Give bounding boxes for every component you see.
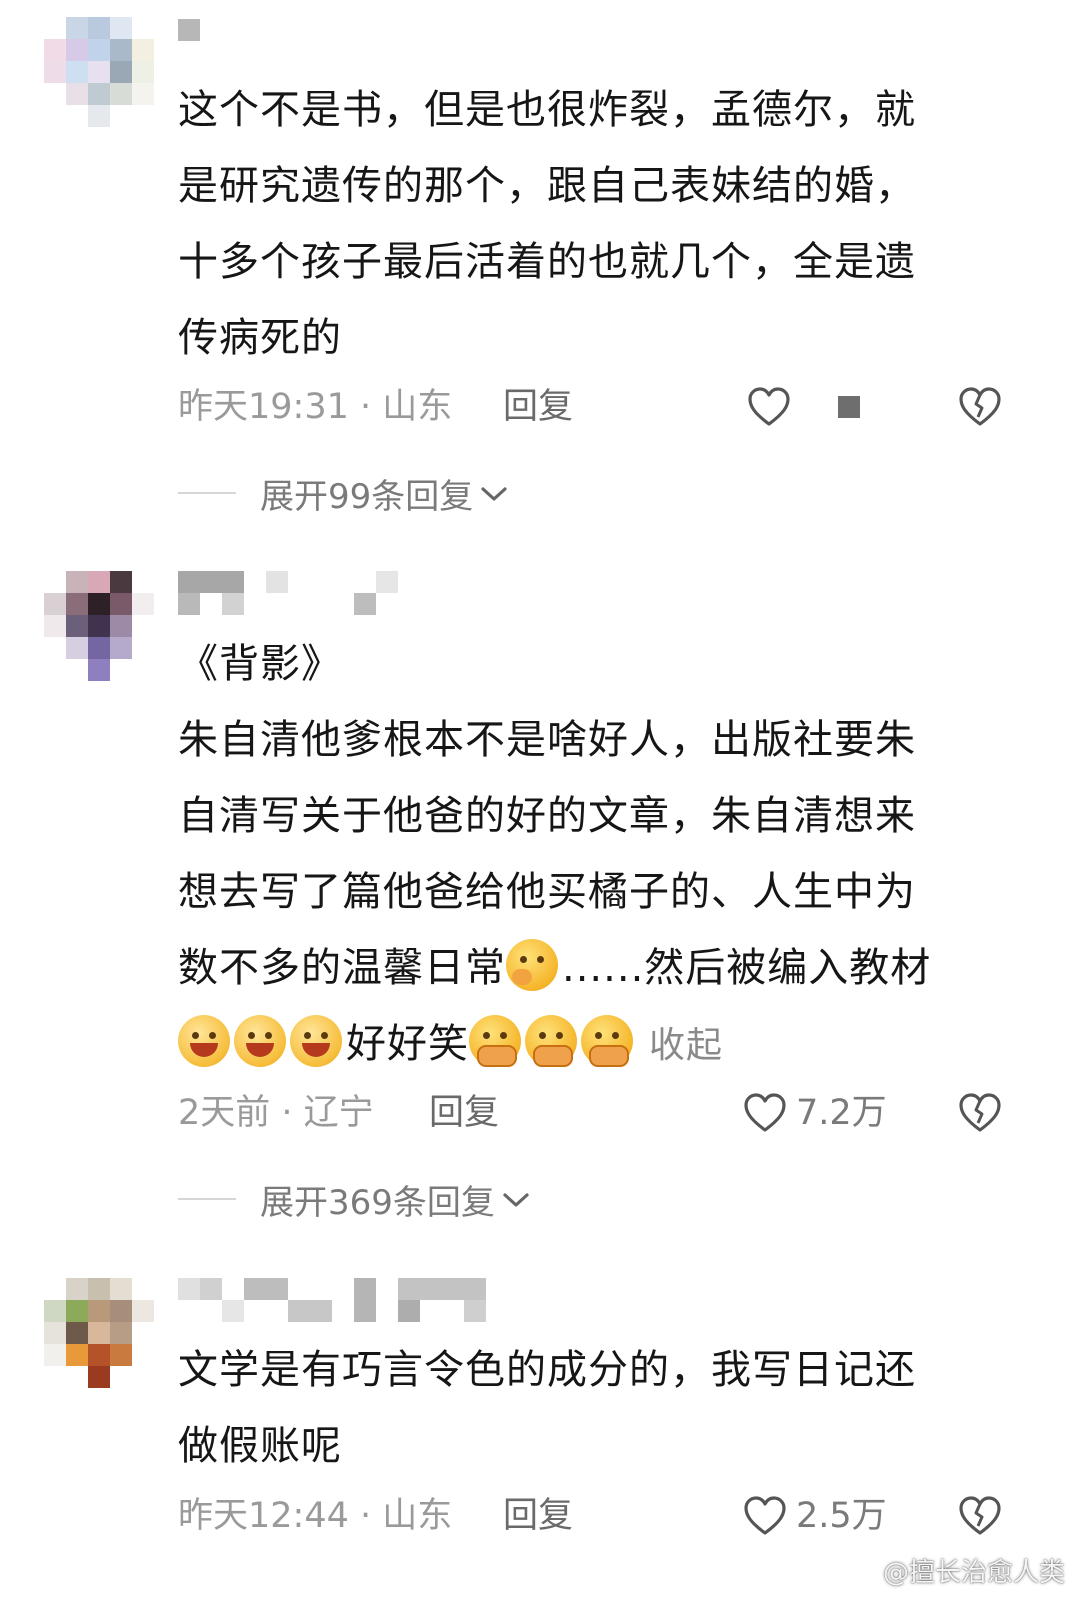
reply-button[interactable]: 回复 [503, 1491, 573, 1541]
weibo-logo-icon [843, 1553, 883, 1588]
comment-line: 朱自清他爹根本不是啥好人，出版社要朱 [178, 717, 916, 763]
heart-icon [742, 1090, 788, 1136]
divider [178, 492, 236, 494]
like-button[interactable] [746, 382, 860, 432]
expand-replies-label: 展开369条回复 [260, 1182, 495, 1223]
comment-text-segment: ......然后被编入教材 [562, 945, 932, 991]
grinning-face-icon [290, 1015, 342, 1067]
expand-replies-button[interactable]: 展开369条回复 [178, 1176, 531, 1223]
dislike-icon[interactable] [957, 1493, 1003, 1539]
dislike-icon[interactable] [957, 384, 1003, 430]
comment-line: 自清写关于他爸的好的文章，朱自清想来 [178, 793, 916, 839]
comment-line: 文学是有巧言令色的成分的，我写日记还 [178, 1347, 916, 1393]
heart-icon [746, 384, 792, 430]
comment-line: 好好笑 收起 [178, 1006, 978, 1084]
comment-line: 十多个孩子最后活着的也就几个，全是遗 [178, 239, 916, 285]
collapse-button[interactable]: 收起 [649, 1025, 723, 1066]
comment-meta: 2天前 · 辽宁 [178, 1088, 374, 1138]
comment-text-segment: 好好笑 [346, 1021, 469, 1067]
like-button[interactable]: 7.2万 [742, 1088, 887, 1138]
thinking-face-icon [506, 939, 558, 991]
avatar[interactable] [44, 17, 154, 127]
comment-line: 是研究遗传的那个，跟自己表妹结的婚， [178, 163, 916, 209]
holding-back-tears-icon [469, 1015, 521, 1067]
timestamp-location: 2天前 · 辽宁 [178, 1093, 374, 1133]
book-title: 《背影》 [178, 641, 342, 687]
comment-text: 《背影》 朱自清他爹根本不是啥好人，出版社要朱 自清写关于他爸的好的文章，朱自清… [178, 626, 978, 1084]
comment-line: 这个不是书，但是也很炸裂，孟德尔，就 [178, 87, 916, 133]
dislike-icon[interactable] [957, 1090, 1003, 1136]
comment-text-segment: 数不多的温馨日常 [178, 945, 506, 991]
comment-line: 传病死的 [178, 315, 342, 361]
watermark: @擅长治愈人类 [843, 1552, 1065, 1589]
timestamp-location: 昨天19:31 · 山东 [178, 387, 453, 427]
like-count: 2.5万 [796, 1496, 887, 1536]
comment-line: 想去写了篇他爸给他买橘子的、人生中为 [178, 869, 916, 915]
comment-text: 这个不是书，但是也很炸裂，孟德尔，就 是研究遗传的那个，跟自己表妹结的婚， 十多… [178, 72, 978, 376]
chevron-down-icon [479, 473, 509, 513]
timestamp-location: 昨天12:44 · 山东 [178, 1496, 453, 1536]
holding-back-tears-icon [525, 1015, 577, 1067]
comment-meta: 昨天12:44 · 山东 [178, 1491, 452, 1541]
expand-replies-label: 展开99条回复 [260, 476, 474, 517]
avatar[interactable] [44, 571, 154, 681]
reply-button[interactable]: 回复 [429, 1088, 499, 1138]
heart-icon [742, 1493, 788, 1539]
divider [178, 1198, 236, 1200]
like-count: 7.2万 [796, 1093, 887, 1133]
comment-meta: 昨天19:31 · 山东 [178, 382, 452, 432]
holding-back-tears-icon [581, 1015, 633, 1067]
reply-button[interactable]: 回复 [503, 382, 573, 432]
comment-line: 做假账呢 [178, 1423, 342, 1469]
chevron-down-icon [501, 1179, 531, 1219]
comment-text: 文学是有巧言令色的成分的，我写日记还 做假账呢 [178, 1332, 978, 1484]
comment-line: 数不多的温馨日常 ......然后被编入教材 [178, 930, 978, 1006]
watermark-text: @擅长治愈人类 [882, 1558, 1065, 1588]
grinning-face-icon [178, 1015, 230, 1067]
avatar[interactable] [44, 1278, 154, 1388]
like-button[interactable]: 2.5万 [742, 1491, 887, 1541]
expand-replies-button[interactable]: 展开99条回复 [178, 470, 509, 517]
grinning-face-icon [234, 1015, 286, 1067]
like-count-pixelated [838, 396, 860, 418]
